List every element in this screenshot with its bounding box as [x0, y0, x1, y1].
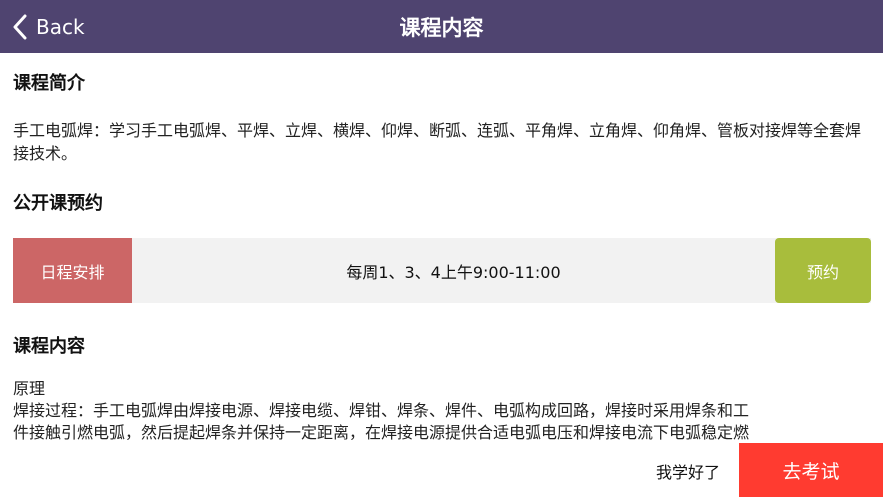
open-class-heading: 公开课预约	[13, 193, 103, 214]
reserve-button[interactable]: 预约	[775, 238, 871, 303]
nav-bar: Back 课程内容	[0, 0, 883, 53]
schedule-row: 日程安排 每周1、3、4上午9:00-11:00 预约	[13, 238, 871, 303]
learned-button[interactable]: 我学好了	[640, 445, 736, 497]
course-content-page: Back 课程内容 课程简介 手工电弧焊：学习手工电弧焊、平焊、立焊、横焊、仰焊…	[0, 0, 883, 497]
content-line: 件接触引燃电弧，然后提起焊条并保持一定距离，在焊接电源提供合适电弧电压和焊接电流…	[13, 423, 750, 442]
take-exam-button[interactable]: 去考试	[739, 443, 883, 497]
chevron-left-icon	[12, 14, 28, 40]
intro-heading: 课程简介	[13, 73, 85, 94]
back-label: Back	[36, 14, 85, 39]
back-button[interactable]: Back	[12, 0, 85, 53]
schedule-time: 每周1、3、4上午9:00-11:00	[346, 262, 561, 282]
page-title: 课程内容	[399, 15, 484, 40]
intro-text: 手工电弧焊：学习手工电弧焊、平焊、立焊、横焊、仰焊、断弧、连弧、平角焊、立角焊、…	[13, 121, 862, 163]
content-heading: 课程内容	[13, 336, 85, 357]
content-line: 焊接过程：手工电弧焊由焊接电源、焊接电缆、焊钳、焊条、焊件、电弧构成回路，焊接时…	[13, 401, 750, 420]
content-line: 原理	[13, 379, 46, 398]
schedule-label: 日程安排	[13, 238, 132, 303]
content-text: 原理 焊接过程：手工电弧焊由焊接电源、焊接电缆、焊钳、焊条、焊件、电弧构成回路，…	[13, 378, 873, 445]
